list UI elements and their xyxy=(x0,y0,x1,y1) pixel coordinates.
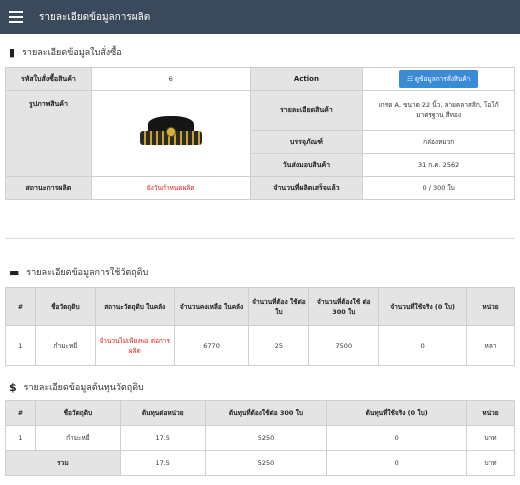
cost-col-header: ต้นทุนที่ต้องใช้ต่อ 300 ใบ xyxy=(204,400,328,426)
package-label: บรรจุภัณฑ์ xyxy=(249,130,364,154)
usage-cell: 7500 xyxy=(308,325,380,366)
package-value: กล่องหมวก xyxy=(362,130,515,154)
detail-label: รายละเอียดสินค้า xyxy=(249,90,364,131)
table-row: 1 กำมะหยี่ จำนวนไม่เพียงพอ ต่อการผลิต 67… xyxy=(5,325,515,366)
cost-col-header: ต้นทุนต่อหน่วย xyxy=(119,400,206,426)
cost-cell: 5250 xyxy=(204,425,328,451)
usage-col-header: จำนวนที่ใช้จริง (0 ใบ) xyxy=(378,287,468,326)
detail-value: เกรด A, ขนาด 22 นิ้ว, ลายคลาสสิก, โอโก้ … xyxy=(362,90,515,131)
usage-col-header: สถานะวัตถุดิบ ในคลัง xyxy=(94,287,175,326)
usage-col-header: จำนวนที่ต้องใช้ ต่อ 300 ใบ xyxy=(308,287,380,326)
usage-col-header: หน่วย xyxy=(466,287,515,326)
usage-cell: 0 xyxy=(378,325,468,366)
produced-label: จำนวนที่ผลิตเสร็จแล้ว xyxy=(249,176,364,200)
product-hat-image xyxy=(136,114,206,154)
produced-value: 0 / 300 ใบ xyxy=(362,176,515,200)
cost-cell: กำมะหยี่ xyxy=(34,425,121,451)
usage-col-header: # xyxy=(5,287,36,326)
usage-cell: กำมะหยี่ xyxy=(34,325,96,366)
image-label: รูปภาพสินค้า xyxy=(5,90,92,177)
cost-cell: 17.5 xyxy=(119,425,206,451)
usage-header-row: # ชื่อวัตถุดิบ สถานะวัตถุดิบ ในคลัง จำนว… xyxy=(5,287,515,326)
cost-cell: 1 xyxy=(5,425,36,451)
order-id-value: 6 xyxy=(90,67,251,91)
usage-col-header: ชื่อวัตถุดิบ xyxy=(34,287,96,326)
usage-col-header: จำนวนที่ต้อง ใช้ต่อใบ xyxy=(248,287,310,326)
dollar-icon: $ xyxy=(9,380,17,394)
delivery-value: 31 ก.ค. 2562 xyxy=(362,153,515,177)
status-label: สถานะการผลิต xyxy=(5,176,92,200)
cost-col-header: ต้นทุนที่ใช้จริง (0 ใบ) xyxy=(326,400,468,426)
total-row: รวม 17.5 5250 0 บาท xyxy=(5,450,515,476)
order-id-label: รหัสใบสั่งซื้อสินค้า xyxy=(5,67,92,91)
view-order-button[interactable]: ☷ ดูข้อมูลการสั่งสินค้า xyxy=(398,70,479,88)
delivery-label: วันส่งมอบสินค้า xyxy=(249,153,364,177)
total-cell: 5250 xyxy=(204,450,328,476)
total-cell: 17.5 xyxy=(119,450,206,476)
cost-table: # ชื่อวัตถุดิบ ต้นทุนต่อหน่วย ต้นทุนที่ต… xyxy=(5,400,515,476)
usage-cell: 1 xyxy=(5,325,36,366)
section-divider xyxy=(5,238,515,239)
header-bar: รายละเอียดข้อมูลการผลิต xyxy=(0,0,520,34)
cost-col-header: # xyxy=(5,400,36,426)
product-image-cell xyxy=(90,90,251,177)
usage-cell: 6770 xyxy=(173,325,250,366)
cost-cell: บาท xyxy=(466,425,515,451)
table-row: 1 กำมะหยี่ 17.5 5250 0 บาท xyxy=(5,425,515,451)
hamburger-icon[interactable] xyxy=(9,11,31,23)
cost-col-header: ชื่อวัตถุดิบ xyxy=(34,400,121,426)
usage-stock-status: จำนวนไม่เพียงพอ ต่อการผลิต xyxy=(94,325,175,366)
bed-icon: ▬ xyxy=(9,265,20,279)
page-title: รายละเอียดข้อมูลการผลิต xyxy=(39,11,151,23)
usage-cell: 25 xyxy=(248,325,310,366)
usage-table: # ชื่อวัตถุดิบ สถานะวัตถุดิบ ในคลัง จำนว… xyxy=(5,287,515,366)
total-cell: 0 xyxy=(326,450,468,476)
total-cell: บาท xyxy=(466,450,515,476)
order-section-title: ▮ รายละเอียดข้อมูลใบสั่งซื้อ xyxy=(9,45,122,59)
document-icon: ▮ xyxy=(9,45,16,59)
total-label: รวม xyxy=(5,450,121,476)
order-table: รหัสใบสั่งซื้อสินค้า 6 Action ☷ ดูข้อมูล… xyxy=(5,67,515,200)
usage-section-title: ▬ รายละเอียดข้อมูลการใช้วัตถุดิบ xyxy=(9,265,149,279)
usage-col-header: จำนวนคงเหลือ ในคลัง xyxy=(173,287,250,326)
cost-cell: 0 xyxy=(326,425,468,451)
usage-cell: หลา xyxy=(466,325,515,366)
cost-section-title: $ รายละเอียดข้อมูลต้นทุนวัตถุดิบ xyxy=(9,380,144,394)
status-value: ยังวันกำหนดผลิต xyxy=(90,176,251,200)
action-label: Action xyxy=(249,67,364,91)
cost-col-header: หน่วย xyxy=(466,400,515,426)
cost-header-row: # ชื่อวัตถุดิบ ต้นทุนต่อหน่วย ต้นทุนที่ต… xyxy=(5,400,515,426)
